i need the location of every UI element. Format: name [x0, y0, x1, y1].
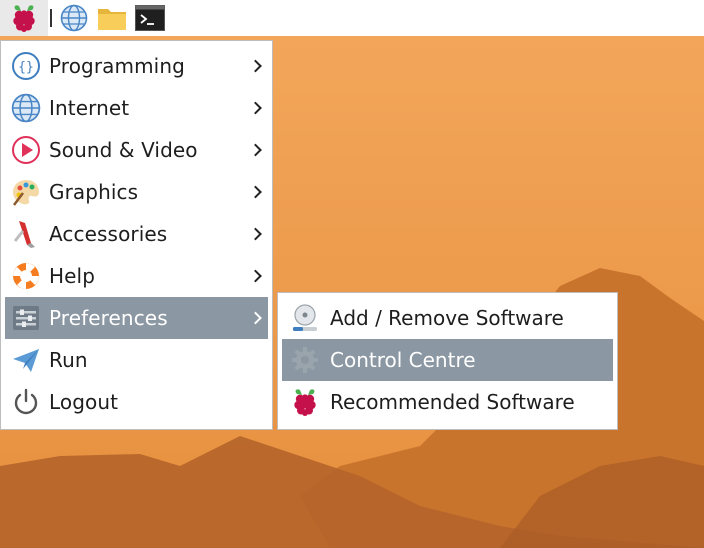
- menu-item-programming[interactable]: {} Programming: [5, 45, 268, 87]
- menu-item-preferences[interactable]: Preferences: [5, 297, 268, 339]
- menu-item-label: Graphics: [49, 180, 139, 204]
- menu-item-label: Run: [49, 348, 88, 372]
- globe-icon: [60, 4, 88, 32]
- menu-item-label: Accessories: [49, 222, 168, 246]
- terminal-launcher[interactable]: [134, 2, 166, 34]
- paper-plane-icon: [10, 344, 42, 376]
- taskbar: [0, 0, 704, 36]
- play-icon: [10, 134, 42, 166]
- terminal-icon: [135, 5, 165, 31]
- gear-icon: [289, 344, 321, 376]
- chevron-right-icon: [249, 185, 262, 199]
- globe-icon: [10, 92, 42, 124]
- submenu-item-label: Add / Remove Software: [330, 306, 564, 330]
- folder-icon: [98, 9, 126, 30]
- menu-item-run[interactable]: Run: [5, 339, 268, 381]
- taskbar-separator: [50, 9, 52, 27]
- menu-item-label: Sound & Video: [49, 138, 198, 162]
- raspberry-icon: [13, 5, 35, 32]
- submenu-item-label: Control Centre: [330, 348, 476, 372]
- menu-item-sound-video[interactable]: Sound & Video: [5, 129, 268, 171]
- applications-menu-button[interactable]: [0, 0, 48, 36]
- file-manager-launcher[interactable]: [96, 2, 128, 34]
- menu-item-label: Help: [49, 264, 95, 288]
- palette-icon: [10, 176, 42, 208]
- preferences-icon: [10, 302, 42, 334]
- menu-item-internet[interactable]: Internet: [5, 87, 268, 129]
- menu-item-logout[interactable]: Logout: [5, 381, 268, 423]
- submenu-item-add-remove-software[interactable]: Add / Remove Software: [282, 297, 613, 339]
- software-disc-icon: [289, 302, 321, 334]
- submenu-item-recommended-software[interactable]: Recommended Software: [282, 381, 613, 423]
- power-icon: [10, 386, 42, 418]
- menu-item-label: Preferences: [49, 306, 168, 330]
- chevron-right-icon: [249, 311, 262, 325]
- knife-icon: [10, 218, 42, 250]
- menu-item-accessories[interactable]: Accessories: [5, 213, 268, 255]
- svg-text:{}: {}: [18, 60, 34, 75]
- menu-item-graphics[interactable]: Graphics: [5, 171, 268, 213]
- submenu-item-control-centre[interactable]: Control Centre: [282, 339, 613, 381]
- chevron-right-icon: [249, 143, 262, 157]
- chevron-right-icon: [249, 269, 262, 283]
- chevron-right-icon: [249, 101, 262, 115]
- submenu-item-label: Recommended Software: [330, 390, 575, 414]
- menu-item-label: Programming: [49, 54, 185, 78]
- lifebuoy-icon: [10, 260, 42, 292]
- preferences-submenu: Add / Remove Software Control Centre Rec…: [277, 292, 618, 430]
- menu-item-label: Logout: [49, 390, 119, 414]
- applications-menu: {} Programming Internet Sound & Video Gr…: [0, 40, 273, 430]
- chevron-right-icon: [249, 59, 262, 73]
- raspberry-icon: [289, 386, 321, 418]
- menu-item-help[interactable]: Help: [5, 255, 268, 297]
- web-browser-launcher[interactable]: [58, 2, 90, 34]
- chevron-right-icon: [249, 227, 262, 241]
- menu-item-label: Internet: [49, 96, 130, 120]
- programming-icon: {}: [10, 50, 42, 82]
